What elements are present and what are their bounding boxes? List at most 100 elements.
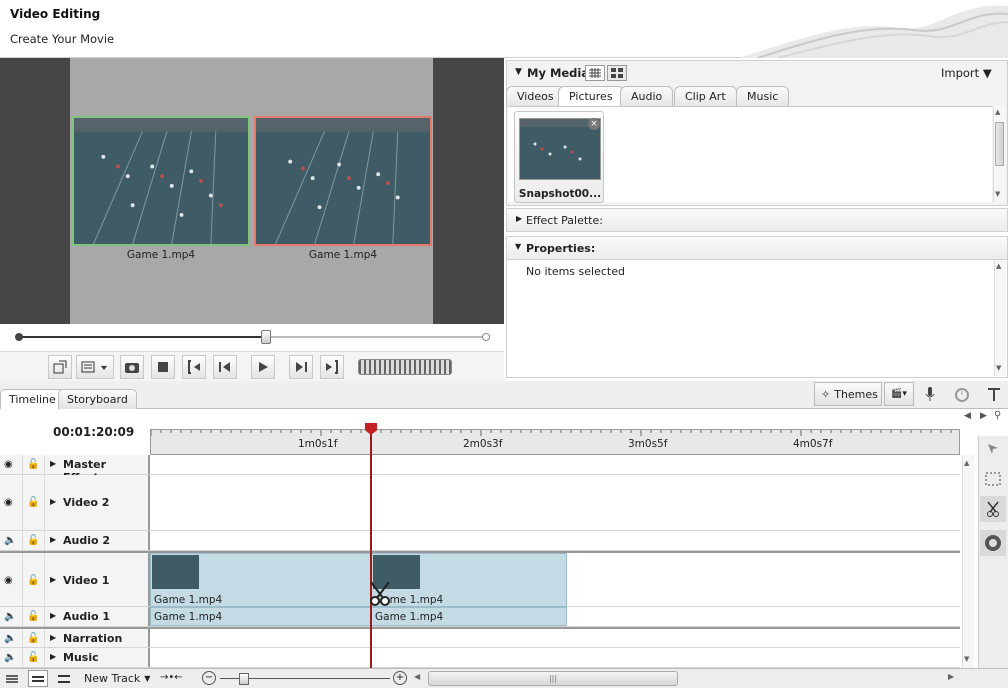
remove-icon[interactable]: × xyxy=(588,118,600,130)
zoom-in-icon[interactable]: + xyxy=(393,671,407,685)
tab-music[interactable]: Music xyxy=(736,86,790,106)
speaker-icon[interactable]: 🔈 xyxy=(4,535,16,546)
track-master-effects[interactable]: ◉ 🔓 ▶ Master Effects xyxy=(0,455,960,484)
scroll-down-icon[interactable]: ▼ xyxy=(964,655,969,663)
video-clip[interactable]: Game 1.mp4 xyxy=(371,553,567,607)
scroll-right-icon[interactable]: ▶ xyxy=(980,411,987,421)
tab-clip-art[interactable]: Clip Art xyxy=(674,86,737,106)
display-mode-icon[interactable] xyxy=(76,355,114,379)
expand-arrow-icon[interactable]: ▶ xyxy=(50,535,56,544)
tab-audio[interactable]: Audio xyxy=(620,86,674,106)
play-icon[interactable] xyxy=(251,355,275,379)
track-header[interactable]: 🔈 🔓 ▶ Audio 2 xyxy=(0,531,150,550)
scroll-up-icon[interactable]: ▲ xyxy=(995,108,1000,116)
scroll-left-icon[interactable]: ◀ xyxy=(414,672,420,681)
horizontal-scroll-thumb[interactable]: ||| xyxy=(428,671,678,686)
track-music[interactable]: 🔈 🔓 ▶ Music xyxy=(0,648,960,668)
small-tracks-icon[interactable] xyxy=(4,671,20,687)
rate-stretch-tool-icon[interactable] xyxy=(980,530,1006,556)
goto-end-icon[interactable] xyxy=(320,355,344,379)
marquee-tool-icon[interactable] xyxy=(980,466,1006,492)
track-header[interactable]: ◉ 🔓 ▶ Master Effects xyxy=(0,455,150,484)
stop-icon[interactable] xyxy=(151,355,175,379)
microphone-icon[interactable] xyxy=(918,382,942,406)
prev-frame-icon[interactable] xyxy=(213,355,237,379)
large-tracks-icon[interactable] xyxy=(56,671,72,687)
scroll-right-icon[interactable]: ▶ xyxy=(948,672,954,681)
track-header[interactable]: ◉ 🔓 ▶ Video 1 xyxy=(0,553,150,606)
expand-arrow-icon[interactable]: ▶ xyxy=(50,575,56,584)
tab-timeline[interactable]: Timeline xyxy=(0,389,65,409)
track-audio-2[interactable]: 🔈 🔓 ▶ Audio 2 xyxy=(0,531,960,551)
lock-icon[interactable]: 🔓 xyxy=(27,497,39,508)
scroll-left-icon[interactable]: ◀ xyxy=(964,411,971,421)
collapse-arrow-icon[interactable]: ▼ xyxy=(515,67,522,77)
themes-button[interactable]: ✧ Themes xyxy=(814,382,882,406)
lock-icon[interactable]: 🔓 xyxy=(27,652,39,663)
audio-clip[interactable]: Game 1.mp4 xyxy=(150,607,371,626)
track-video-1[interactable]: ◉ 🔓 ▶ Video 1 Game 1.mp4 Game 1.mp4 xyxy=(0,551,960,607)
lock-icon[interactable]: 🔓 xyxy=(27,535,39,546)
fit-timeline-icon[interactable]: →•← xyxy=(160,672,183,683)
track-header[interactable]: 🔈 🔓 ▶ Music xyxy=(0,648,150,667)
media-scrollbar[interactable]: ▲ ▼ xyxy=(993,106,1005,202)
properties-bar[interactable]: ▼ Properties: xyxy=(506,236,1008,260)
preview-clip[interactable] xyxy=(72,116,250,246)
razor-tool-icon[interactable] xyxy=(980,496,1006,522)
playhead[interactable] xyxy=(370,424,372,668)
expand-arrow-icon[interactable]: ▶ xyxy=(50,459,56,468)
clapboard-icon[interactable]: 🎬▾ xyxy=(884,382,914,406)
speaker-icon[interactable]: 🔈 xyxy=(4,652,16,663)
preview-canvas[interactable]: Game 1.mp4 Game 1.mp4 xyxy=(70,58,433,324)
zoom-out-icon[interactable]: − xyxy=(202,671,216,685)
pin-icon[interactable]: ⚲ xyxy=(994,410,1001,421)
timeline-ruler[interactable] xyxy=(150,429,960,455)
tab-videos[interactable]: Videos xyxy=(506,86,565,106)
pointer-tool-icon[interactable] xyxy=(980,436,1006,462)
zoom-slider-thumb[interactable] xyxy=(239,673,249,685)
media-item[interactable]: × Snapshot00... xyxy=(514,111,604,203)
timeline-scrollbar[interactable]: ▲ ▼ xyxy=(962,455,974,668)
speaker-icon[interactable]: 🔈 xyxy=(4,633,16,644)
medium-tracks-icon[interactable] xyxy=(28,670,48,687)
shuttle-icon[interactable] xyxy=(358,359,452,375)
import-button[interactable]: Import ▼ xyxy=(941,66,992,80)
next-frame-icon[interactable] xyxy=(289,355,313,379)
video-clip[interactable]: Game 1.mp4 xyxy=(150,553,371,607)
track-narration[interactable]: 🔈 🔓 ▶ Narration xyxy=(0,627,960,648)
speaker-icon[interactable]: 🔈 xyxy=(4,611,16,622)
lock-icon[interactable]: 🔓 xyxy=(27,575,39,586)
lock-icon[interactable]: 🔓 xyxy=(27,633,39,644)
scroll-down-icon[interactable]: ▼ xyxy=(995,190,1000,198)
new-track-button[interactable]: New Track ▼ xyxy=(80,670,152,687)
expand-arrow-icon[interactable]: ▶ xyxy=(50,497,56,506)
scrubber-thumb[interactable] xyxy=(261,330,271,344)
track-header[interactable]: 🔈 🔓 ▶ Audio 1 xyxy=(0,607,150,626)
scroll-thumb[interactable] xyxy=(995,122,1004,166)
eye-icon[interactable]: ◉ xyxy=(4,459,13,470)
expand-arrow-icon[interactable]: ▶ xyxy=(50,652,56,661)
scroll-up-icon[interactable]: ▲ xyxy=(996,262,1001,270)
scroll-up-icon[interactable]: ▲ xyxy=(964,459,969,467)
lock-icon[interactable]: 🔓 xyxy=(27,459,39,470)
timer-icon[interactable] xyxy=(950,382,974,406)
audio-clip[interactable]: Game 1.mp4 xyxy=(371,607,567,626)
grid-view-icon[interactable] xyxy=(585,65,605,81)
scroll-down-icon[interactable]: ▼ xyxy=(996,364,1001,372)
track-header[interactable]: ◉ 🔓 ▶ Video 2 xyxy=(0,475,150,530)
lock-icon[interactable]: 🔓 xyxy=(27,611,39,622)
expand-arrow-icon[interactable]: ▶ xyxy=(50,611,56,620)
tools-icon[interactable] xyxy=(982,382,1006,406)
tab-storyboard[interactable]: Storyboard xyxy=(58,389,137,409)
track-audio-1[interactable]: 🔈 🔓 ▶ Audio 1 Game 1.mp4 Game 1.mp4 xyxy=(0,607,960,627)
effect-palette-bar[interactable]: ▶ Effect Palette: xyxy=(506,208,1008,232)
resize-icon[interactable] xyxy=(48,355,72,379)
properties-scrollbar[interactable]: ▲ ▼ xyxy=(994,260,1006,376)
goto-start-icon[interactable] xyxy=(182,355,206,379)
camera-icon[interactable] xyxy=(120,355,144,379)
track-video-2[interactable]: ◉ 🔓 ▶ Video 2 xyxy=(0,475,960,531)
thumbnail-view-icon[interactable] xyxy=(607,65,627,81)
eye-icon[interactable]: ◉ xyxy=(4,497,13,508)
preview-clip-selected[interactable] xyxy=(254,116,432,246)
eye-icon[interactable]: ◉ xyxy=(4,575,13,586)
